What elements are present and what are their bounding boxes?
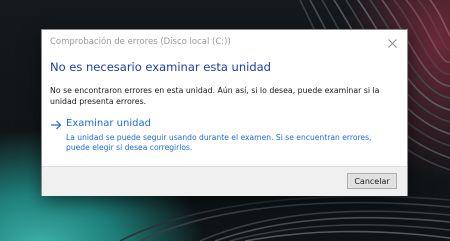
close-icon	[387, 38, 397, 48]
dialog-title: Comprobación de errores (Disco local (C:…	[50, 37, 231, 47]
dialog-description: No se encontraron errores en esta unidad…	[50, 86, 380, 106]
scan-drive-description: La unidad se puede seguir usando durante…	[66, 133, 372, 152]
close-button[interactable]	[377, 30, 407, 56]
dialog-footer: Cancelar	[42, 166, 407, 196]
cancel-button[interactable]: Cancelar	[347, 173, 397, 189]
check-disk-dialog: Comprobación de errores (Disco local (C:…	[42, 30, 407, 196]
dialog-titlebar: Comprobación de errores (Disco local (C:…	[42, 30, 407, 56]
scan-drive-command-link[interactable]: Examinar unidad La unidad se puede segui…	[50, 118, 390, 160]
arrow-right-icon	[51, 120, 62, 130]
scan-drive-title: Examinar unidad	[66, 118, 151, 129]
dialog-heading: No es necesario examinar esta unidad	[50, 60, 271, 74]
